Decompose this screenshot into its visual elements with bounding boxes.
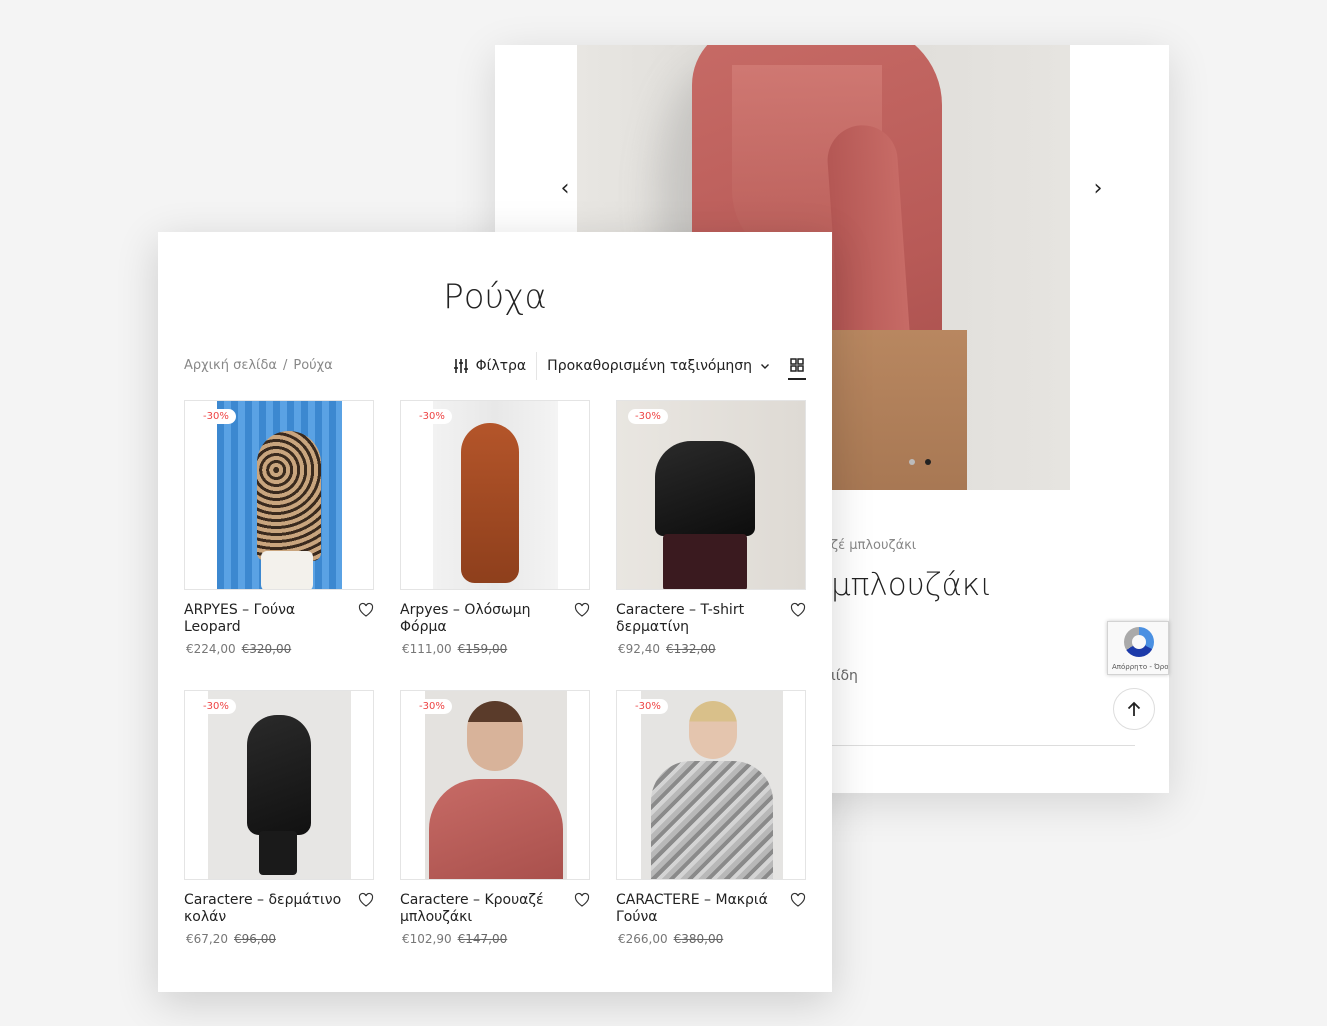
chevron-left-icon[interactable]: ‹	[553, 177, 577, 201]
shop-toolbar: Φίλτρα Προκαθορισμένη ταξινόμηση	[453, 350, 806, 382]
product-name-text: Caractere – Κρουαζέ μπλουζάκι	[400, 892, 544, 925]
breadcrumb-home-link[interactable]: Αρχική σελίδα	[184, 358, 277, 373]
product-name-text: CARACTERE – Μακριά Γούνα	[616, 892, 768, 925]
product-image[interactable]: -30%	[184, 690, 374, 880]
product-name[interactable]: Caractere – T-shirt δερματίνη	[616, 602, 806, 636]
grid-view-button[interactable]	[788, 352, 806, 380]
regular-price: €380,00	[673, 932, 724, 946]
recaptcha-badge[interactable]: Απόρρητο - Όροι	[1107, 621, 1169, 675]
model-legs	[261, 551, 313, 589]
sale-price: €102,90	[402, 932, 452, 946]
breadcrumb-separator: /	[282, 358, 288, 373]
regular-price: €159,00	[457, 642, 508, 656]
product-name[interactable]: Arpyes – Ολόσωμη Φόρμα	[400, 602, 590, 636]
sale-price: €224,00	[186, 642, 236, 656]
product-card[interactable]: -30% ARPYES – Γούνα Leopard €224,00 €320,…	[184, 400, 374, 690]
model-head	[467, 701, 523, 771]
product-card[interactable]: -30% Arpyes – Ολόσωμη Φόρμα €111,00 €159,…	[400, 400, 590, 690]
model-figure	[257, 431, 321, 561]
product-name-text: Arpyes – Ολόσωμη Φόρμα	[400, 602, 531, 635]
grid-icon	[790, 358, 804, 372]
sale-price: €92,40	[618, 642, 660, 656]
product-card[interactable]: -30% Caractere – T-shirt δερματίνη €92,4…	[616, 400, 806, 690]
divider	[831, 745, 1135, 746]
product-name-text: Caractere – T-shirt δερματίνη	[616, 602, 745, 635]
slider-dot[interactable]	[909, 459, 915, 465]
product-name-text: ARPYES – Γούνα Leopard	[184, 602, 296, 635]
product-price: €67,20 €96,00	[184, 932, 374, 946]
product-card[interactable]: -30% Caractere – Κρουαζέ μπλουζάκι €102,…	[400, 690, 590, 980]
product-breadcrumb: ζέ μπλουζάκι	[831, 538, 917, 553]
model-skirt	[663, 534, 747, 589]
model-coat	[651, 761, 773, 879]
heart-icon[interactable]	[574, 602, 590, 618]
discount-badge: -30%	[196, 409, 236, 424]
category-page-window: Ρούχα Αρχική σελίδα / Ρούχα Φίλτρα Προκα…	[158, 232, 832, 992]
model-head	[689, 701, 737, 759]
product-image[interactable]: -30%	[400, 690, 590, 880]
product-name-text: Caractere – δερμάτινο κολάν	[184, 892, 342, 925]
sale-price: €111,00	[402, 642, 452, 656]
product-name[interactable]: Caractere – δερμάτινο κολάν	[184, 892, 374, 926]
chevron-down-icon	[761, 364, 769, 369]
product-image[interactable]: -30%	[616, 400, 806, 590]
product-image[interactable]: -30%	[616, 690, 806, 880]
product-price: €266,00 €380,00	[616, 932, 806, 946]
heart-icon[interactable]	[358, 602, 374, 618]
sort-label: Προκαθορισμένη ταξινόμηση	[547, 358, 752, 374]
discount-badge: -30%	[196, 699, 236, 714]
product-name[interactable]: Caractere – Κρουαζέ μπλουζάκι	[400, 892, 590, 926]
heart-icon[interactable]	[358, 892, 374, 908]
sale-price: €67,20	[186, 932, 228, 946]
filter-button[interactable]: Φίλτρα	[453, 352, 538, 380]
regular-price: €96,00	[234, 932, 276, 946]
discount-badge: -30%	[412, 409, 452, 424]
product-meta: ιίδη	[831, 668, 858, 684]
discount-badge: -30%	[412, 699, 452, 714]
model-coat	[247, 715, 311, 835]
product-name[interactable]: ARPYES – Γούνα Leopard	[184, 602, 374, 636]
product-price: €102,90 €147,00	[400, 932, 590, 946]
regular-price: €320,00	[241, 642, 292, 656]
product-card[interactable]: -30% CARACTERE – Μακριά Γούνα €266,00 €38…	[616, 690, 806, 980]
model-figure	[461, 423, 519, 583]
product-image[interactable]: -30%	[400, 400, 590, 590]
heart-icon[interactable]	[790, 602, 806, 618]
model-top	[655, 441, 755, 536]
chevron-right-icon[interactable]: ›	[1086, 177, 1110, 201]
product-price: €92,40 €132,00	[616, 642, 806, 656]
product-image[interactable]: -30%	[184, 400, 374, 590]
page-title: Ρούχα	[443, 277, 547, 317]
breadcrumb-current: Ρούχα	[293, 358, 333, 373]
discount-badge: -30%	[628, 699, 668, 714]
slider-dots	[909, 459, 931, 465]
product-grid: -30% ARPYES – Γούνα Leopard €224,00 €320,…	[184, 400, 806, 980]
model-pants	[827, 330, 967, 490]
slider-dot-active[interactable]	[925, 459, 931, 465]
discount-badge: -30%	[628, 409, 668, 424]
recaptcha-text: Απόρρητο - Όροι	[1112, 663, 1169, 671]
heart-icon[interactable]	[574, 892, 590, 908]
heart-icon[interactable]	[790, 892, 806, 908]
regular-price: €132,00	[666, 642, 716, 656]
back-to-top-button[interactable]	[1113, 688, 1155, 730]
model-legs	[259, 831, 297, 875]
regular-price: €147,00	[457, 932, 508, 946]
product-price: €224,00 €320,00	[184, 642, 374, 656]
sale-price: €266,00	[618, 932, 668, 946]
arrow-up-icon	[1127, 701, 1141, 716]
sort-select[interactable]: Προκαθορισμένη ταξινόμηση	[537, 358, 788, 374]
product-price: €111,00 €159,00	[400, 642, 590, 656]
product-card[interactable]: -30% Caractere – δερμάτινο κολάν €67,20 €…	[184, 690, 374, 980]
model-top	[429, 779, 563, 879]
recaptcha-icon	[1124, 627, 1154, 657]
breadcrumb: Αρχική σελίδα / Ρούχα	[184, 358, 333, 373]
sliders-icon	[453, 359, 468, 373]
filter-label: Φίλτρα	[475, 358, 527, 374]
product-title: μπλουζάκι	[831, 567, 993, 603]
product-name[interactable]: CARACTERE – Μακριά Γούνα	[616, 892, 806, 926]
